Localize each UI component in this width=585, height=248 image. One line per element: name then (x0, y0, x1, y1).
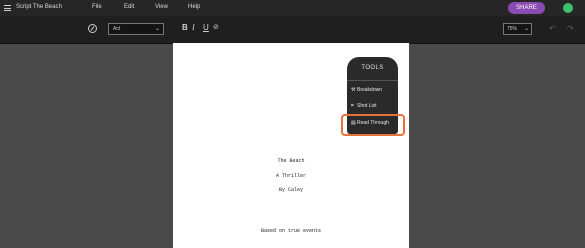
menu-file[interactable]: File (92, 4, 102, 10)
tool-breakdown[interactable]: ⚒ Breakdown (351, 87, 382, 93)
hamburger-menu-icon[interactable] (4, 5, 11, 11)
element-type-value: Act (113, 26, 121, 32)
share-button[interactable]: SHARE (508, 2, 545, 14)
menu-view[interactable]: View (155, 4, 168, 10)
zoom-value: 75% (507, 26, 518, 32)
tools-title: TOOLS (361, 65, 384, 71)
app-title: Script The Beach (16, 4, 62, 10)
divider (347, 80, 398, 81)
bold-button[interactable]: B (182, 23, 188, 32)
avatar[interactable] (563, 3, 573, 13)
compass-icon[interactable] (88, 24, 97, 33)
link-icon[interactable]: ⊘ (213, 23, 219, 31)
chevron-down-icon: ⌄ (523, 26, 529, 32)
undo-icon[interactable]: ↶ (549, 24, 556, 33)
tool-label: Breakdown (357, 87, 383, 93)
highlight-box (341, 114, 405, 136)
script-genre[interactable]: A Thriller (173, 173, 409, 179)
chevron-down-icon: ⌄ (154, 26, 160, 32)
script-title[interactable]: The Beach (173, 158, 409, 164)
zoom-select[interactable]: 75% ⌄ (503, 23, 532, 35)
redo-icon[interactable]: ↷ (567, 24, 574, 33)
menu-edit[interactable]: Edit (124, 4, 134, 10)
tool-label: Shot List (357, 103, 377, 109)
script-note[interactable]: Based on true events (173, 228, 409, 234)
element-type-select[interactable]: Act ⌄ (108, 23, 164, 35)
underline-button[interactable]: U (203, 23, 209, 32)
script-author[interactable]: By Caley (173, 187, 409, 193)
italic-button[interactable]: I (192, 23, 195, 32)
menu-bar: Script The Beach File Edit View Help SHA… (0, 0, 585, 16)
menu-help[interactable]: Help (188, 4, 200, 10)
tool-shot-list[interactable]: ⌗ Shot List (351, 103, 376, 109)
